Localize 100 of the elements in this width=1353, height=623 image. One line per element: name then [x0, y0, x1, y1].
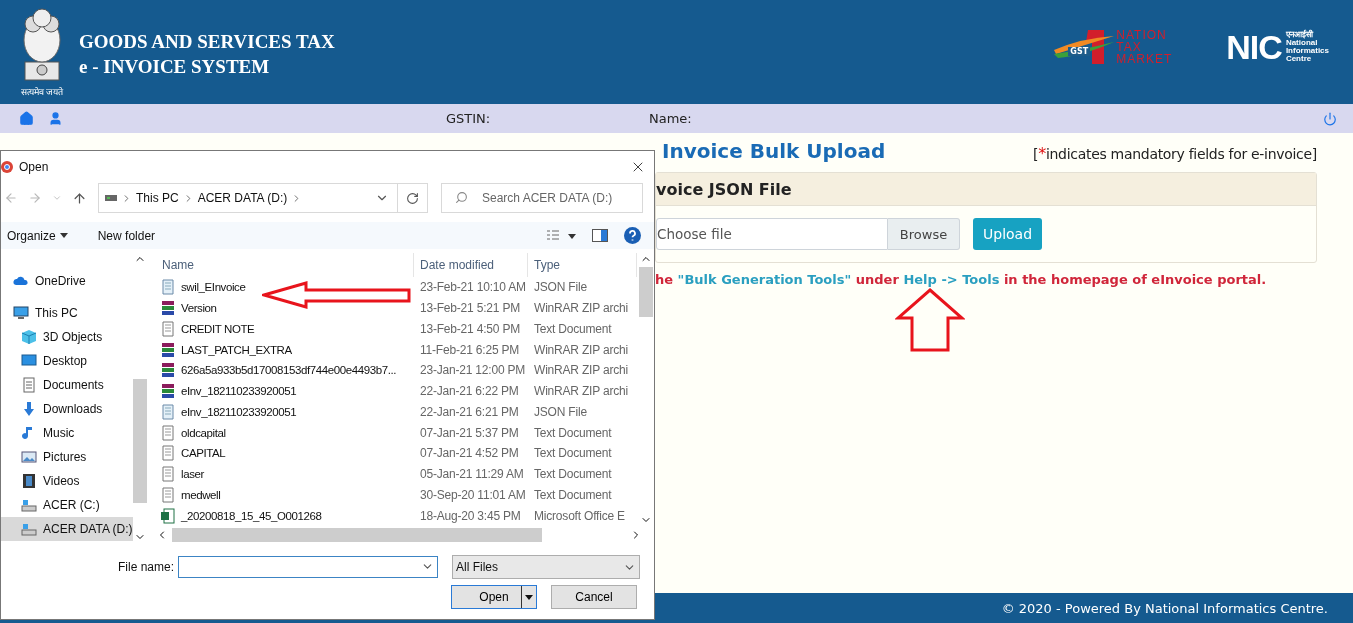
- open-button[interactable]: Open: [451, 585, 537, 609]
- file-type: WinRAR ZIP archi: [533, 384, 629, 399]
- file-name: LAST_PATCH_EXTRA: [181, 343, 292, 356]
- site-title: e - INVOICE SYSTEM: [79, 55, 271, 79]
- site-title: GOODS AND SERVICES TAX: [79, 30, 335, 54]
- sidebar-item[interactable]: Desktop: [1, 349, 133, 373]
- emblem-motto: सत्यमेव जयते: [20, 86, 64, 98]
- file-row[interactable]: CAPITAL 07-Jan-21 4:52 PM Text Document: [156, 443, 637, 464]
- film-icon: [21, 473, 37, 489]
- scroll-thumb[interactable]: [132, 379, 147, 503]
- file-row[interactable]: Version 13-Feb-21 5:21 PM WinRAR ZIP archi: [156, 297, 637, 319]
- search-field[interactable]: Search ACER DATA (D:): [441, 183, 643, 213]
- drive-icon: [105, 194, 117, 202]
- sidebar-item[interactable]: ACER (C:): [1, 493, 133, 517]
- file-type: JSON File: [533, 404, 588, 419]
- sidebar-item[interactable]: Music: [1, 421, 133, 445]
- file-name: eInv_182110233920051: [181, 385, 297, 398]
- sidebar-item[interactable]: Documents: [1, 373, 133, 397]
- help-icon[interactable]: [624, 227, 641, 244]
- organize-button[interactable]: Organize: [7, 228, 68, 243]
- logo-text: Centre: [1285, 55, 1313, 63]
- file-name: CAPITAL: [181, 447, 226, 460]
- user-icon[interactable]: [48, 111, 63, 126]
- sidebar-item[interactable]: Videos: [1, 469, 133, 493]
- mandatory-note: [*indicates mandatory fields for e-invoice]: [1033, 144, 1317, 163]
- address-bar[interactable]: This PC ACER DATA (D:): [98, 183, 398, 213]
- refresh-button[interactable]: [398, 183, 428, 213]
- sidebar-item[interactable]: ACER DATA (D:): [1, 517, 133, 541]
- file-type-dropdown[interactable]: All Files: [452, 555, 641, 579]
- archive-icon: [160, 341, 176, 358]
- path-crumb[interactable]: ACER DATA (D:): [197, 191, 288, 205]
- file-date: 07-Jan-21 5:37 PM: [419, 425, 520, 440]
- file-row[interactable]: eInv_182110233920051 22-Jan-21 6:22 PM WinRAR ZIP archi: [156, 380, 637, 402]
- file-row[interactable]: _20200818_15_45_O001268 18-Aug-20 3:45 PM Microsoft Office E: [156, 505, 637, 526]
- help-hint: he "Bulk Generation Tools" under Help -> Tools in the homepage of eInvoice portal.: [655, 272, 1268, 287]
- sidebar-item[interactable]: Downloads: [1, 397, 133, 421]
- file-name: CREDIT NOTE: [181, 322, 255, 335]
- file-date: 11-Feb-21 6:25 PM: [419, 342, 521, 357]
- sidebar-item[interactable]: This PC: [1, 301, 133, 325]
- file-type: JSON File: [533, 280, 588, 295]
- file-row[interactable]: 626a5a933b5d17008153df744e00e4493b7... 23-Jan-21 12:00 PM WinRAR ZIP archi: [156, 360, 637, 381]
- view-options-icon[interactable]: [546, 229, 576, 242]
- file-row[interactable]: CREDIT NOTE 13-Feb-21 4:50 PM Text Document: [156, 318, 637, 340]
- logo-text: Informatics: [1285, 47, 1329, 55]
- file-name: swil_EInvoice: [181, 281, 246, 294]
- archive-icon: [160, 383, 176, 400]
- file-name-field[interactable]: [178, 556, 439, 578]
- file-row[interactable]: medwell 30-Sep-20 11:01 AM Text Document: [156, 484, 637, 506]
- file-name-label: File name:: [118, 560, 175, 574]
- file-row[interactable]: LAST_PATCH_EXTRA 11-Feb-21 6:25 PM WinRAR ZIP archi: [156, 339, 637, 360]
- sidebar-item[interactable]: OneDrive: [1, 269, 133, 293]
- search-icon: [455, 191, 468, 204]
- footer-text: © 2020 - Powered By National Informatics Centre.: [1001, 600, 1328, 616]
- document-icon: [21, 377, 37, 393]
- logo-text: National: [1285, 39, 1319, 47]
- logo-text: TAX: [1116, 41, 1143, 53]
- arrow-annotation: [895, 288, 965, 352]
- json-file-icon: [160, 403, 176, 420]
- scroll-thumb[interactable]: [172, 527, 542, 542]
- file-date: 13-Feb-21 4:50 PM: [419, 321, 521, 336]
- caret-icon: [525, 594, 533, 600]
- file-type: Text Document: [533, 321, 613, 336]
- browse-button[interactable]: Browse: [888, 218, 960, 250]
- file-name: eInv_182110233920051: [181, 405, 297, 418]
- file-input[interactable]: Choose file: [656, 218, 888, 250]
- text-file-icon: [160, 320, 176, 337]
- power-icon[interactable]: [1323, 111, 1337, 126]
- page-title: Invoice Bulk Upload: [662, 139, 886, 163]
- file-type: WinRAR ZIP archi: [533, 301, 629, 316]
- file-row[interactable]: oldcapital 07-Jan-21 5:37 PM Text Document: [156, 422, 637, 443]
- archive-icon: [160, 300, 176, 317]
- text-file-icon: [160, 445, 176, 462]
- cancel-button[interactable]: Cancel: [551, 585, 637, 609]
- column-header[interactable]: Date modified: [414, 253, 528, 277]
- file-date: 18-Aug-20 3:45 PM: [419, 508, 522, 523]
- file-date: 22-Jan-21 6:22 PM: [419, 384, 520, 399]
- file-row[interactable]: laser 05-Jan-21 11:29 AM Text Document: [156, 463, 637, 485]
- file-name: _20200818_15_45_O001268: [181, 509, 322, 522]
- preview-pane-icon[interactable]: [592, 229, 608, 242]
- caret-icon: [59, 233, 68, 238]
- gstin-label: GSTIN:: [446, 111, 492, 126]
- file-name: 626a5a933b5d17008153df744e00e4493b7...: [181, 364, 397, 377]
- sidebar-item[interactable]: Pictures: [1, 445, 133, 469]
- path-crumb[interactable]: This PC: [136, 191, 179, 205]
- file-type: WinRAR ZIP archi: [533, 342, 629, 357]
- column-header[interactable]: Name: [156, 253, 414, 277]
- file-type: Text Document: [533, 446, 613, 461]
- new-folder-button[interactable]: New folder: [97, 228, 156, 243]
- file-name: medwell: [181, 488, 221, 501]
- sidebar-item[interactable]: 3D Objects: [1, 325, 133, 349]
- file-name: Version: [181, 302, 217, 315]
- file-date: 05-Jan-21 11:29 AM: [419, 467, 525, 482]
- scroll-thumb[interactable]: [638, 267, 653, 317]
- drive-icon: [21, 521, 37, 537]
- card-heading: voice JSON File: [656, 179, 792, 199]
- spreadsheet-icon: [160, 507, 176, 524]
- file-row[interactable]: swil_EInvoice 23-Feb-21 10:10 AM JSON File: [156, 277, 637, 298]
- text-file-icon: [160, 486, 176, 503]
- home-icon[interactable]: [19, 111, 34, 126]
- file-row[interactable]: eInv_182110233920051 22-Jan-21 6:21 PM JSON File: [156, 401, 637, 423]
